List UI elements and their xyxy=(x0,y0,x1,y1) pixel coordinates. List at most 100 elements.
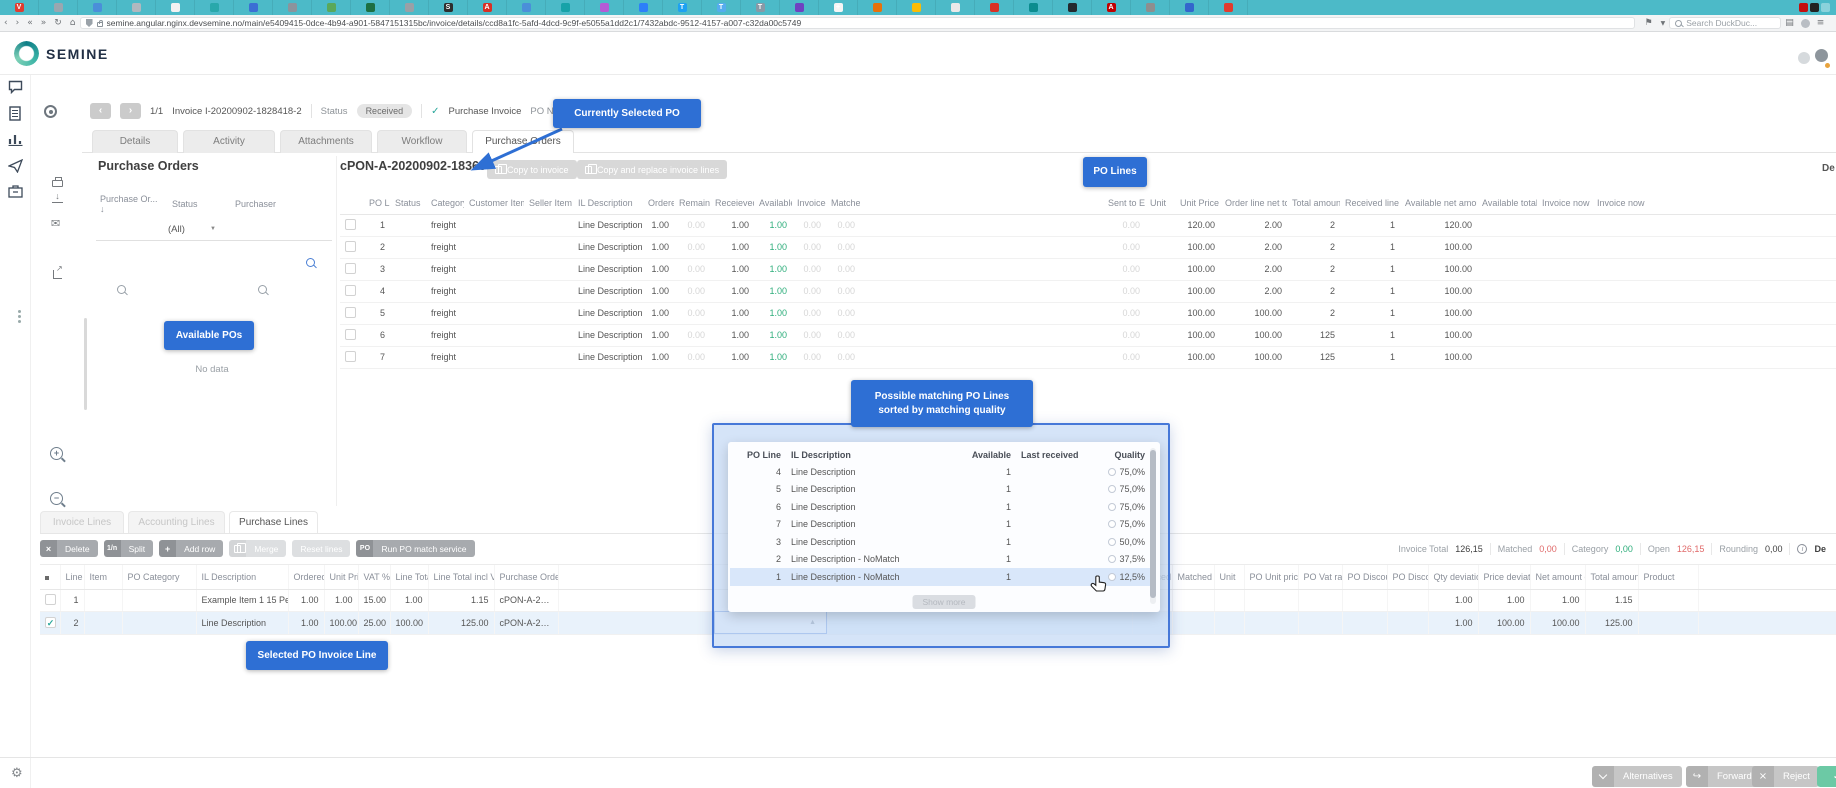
row-checkbox[interactable]: ✓ xyxy=(45,617,56,628)
next-invoice-button[interactable]: › xyxy=(120,103,141,119)
browser-tab[interactable] xyxy=(39,0,78,15)
new-tab-button[interactable] xyxy=(1821,3,1830,12)
po-line-option[interactable]: 6Line Description175,0% xyxy=(730,498,1150,516)
download-icon[interactable]: ↓ xyxy=(52,192,63,203)
column-header[interactable]: Item xyxy=(84,565,122,589)
drag-handle-icon[interactable] xyxy=(18,310,21,313)
fast-forward-icon[interactable]: » xyxy=(37,18,51,28)
column-header[interactable] xyxy=(1698,565,1836,589)
quality-radio[interactable] xyxy=(1108,485,1116,493)
po-col-purchaser[interactable]: Purchaser xyxy=(235,199,276,209)
browser-tab[interactable]: S xyxy=(429,0,468,15)
clipped-right-label[interactable]: De xyxy=(1822,163,1835,174)
document-icon[interactable] xyxy=(9,106,22,121)
home-icon[interactable]: ⌂ xyxy=(66,18,80,28)
browser-tab[interactable] xyxy=(1799,3,1808,12)
column-header[interactable] xyxy=(558,565,714,589)
tab-purchase-lines[interactable]: Purchase Lines xyxy=(229,511,318,533)
tab-invoice-lines[interactable]: Invoice Lines xyxy=(40,511,124,533)
column-header[interactable]: Invoice now xyxy=(1592,193,1836,214)
browser-tab[interactable] xyxy=(1014,0,1053,15)
browser-tab[interactable] xyxy=(897,0,936,15)
rewind-icon[interactable]: « xyxy=(23,18,37,28)
browser-tab[interactable] xyxy=(936,0,975,15)
tab-activity[interactable]: Activity xyxy=(183,130,275,153)
browser-tab[interactable] xyxy=(1810,3,1819,12)
panels-icon[interactable]: ▤ xyxy=(1781,18,1798,28)
browser-tab[interactable]: T xyxy=(702,0,741,15)
table-row[interactable]: 4freightLine Description1.000.001.001.00… xyxy=(340,280,1836,302)
column-header[interactable]: Receieved xyxy=(710,193,754,214)
quality-radio[interactable] xyxy=(1108,503,1116,511)
column-header[interactable]: Total amount ... xyxy=(1585,565,1638,589)
tab-attachments[interactable]: Attachments xyxy=(280,130,372,153)
column-header[interactable]: PO Discoun... xyxy=(1387,565,1428,589)
forward-button[interactable]: ↪Forward xyxy=(1686,766,1761,787)
column-header[interactable]: Total amount xyxy=(1287,193,1340,214)
quality-radio[interactable] xyxy=(1108,468,1116,476)
row-checkbox[interactable] xyxy=(345,263,356,274)
browser-tab[interactable] xyxy=(975,0,1014,15)
quality-radio[interactable] xyxy=(1108,555,1116,563)
tab-workflow[interactable]: Workflow xyxy=(377,130,467,153)
column-header[interactable]: Order line net total xyxy=(1220,193,1287,214)
user-avatar[interactable] xyxy=(1815,49,1828,67)
browser-tab[interactable]: + xyxy=(819,0,858,15)
url-field[interactable]: semine.angular.nginx.devsemine.no/main/e… xyxy=(80,17,1635,29)
table-row[interactable]: 5freightLine Description1.000.001.001.00… xyxy=(340,302,1836,324)
row-checkbox[interactable] xyxy=(345,285,356,296)
column-header[interactable]: Customer Item no xyxy=(464,193,524,214)
column-header[interactable]: Available total amount xyxy=(1477,193,1537,214)
column-header[interactable]: Ordered xyxy=(643,193,674,214)
browser-tab[interactable] xyxy=(234,0,273,15)
browser-tab[interactable] xyxy=(1053,0,1092,15)
column-header[interactable]: Price deviation xyxy=(1478,565,1530,589)
delete-button[interactable]: ×Delete xyxy=(40,540,98,557)
quality-radio[interactable] xyxy=(1108,538,1116,546)
add-row-button[interactable]: +Add row xyxy=(159,540,223,557)
bookmark-icon[interactable]: ⚑ xyxy=(1641,18,1657,28)
column-header[interactable]: Line xyxy=(60,565,84,589)
column-header[interactable]: Status xyxy=(390,193,426,214)
help-icon[interactable] xyxy=(1798,52,1810,64)
column-header[interactable]: Unit Price xyxy=(324,565,358,589)
column-header[interactable]: PO Category xyxy=(122,565,196,589)
settings-gear-icon[interactable]: ⚙ xyxy=(11,766,23,781)
approve-button[interactable]: ✓ xyxy=(1817,766,1836,787)
po-col-status[interactable]: Status xyxy=(172,199,198,209)
column-header[interactable]: Ordered xyxy=(288,565,324,589)
reject-button[interactable]: ×Reject xyxy=(1752,766,1819,787)
browser-tab[interactable] xyxy=(195,0,234,15)
po-line-option[interactable]: 1Line Description - NoMatch112,5% xyxy=(730,568,1150,586)
column-header[interactable]: Remaining xyxy=(674,193,710,214)
browser-tab[interactable] xyxy=(273,0,312,15)
tab-accounting-lines[interactable]: Accounting Lines xyxy=(128,511,225,533)
browser-tab[interactable] xyxy=(858,0,897,15)
table-row[interactable]: 6freightLine Description1.000.001.001.00… xyxy=(340,324,1836,346)
prev-invoice-button[interactable]: ‹ xyxy=(90,103,111,119)
column-header[interactable]: VAT % xyxy=(358,565,390,589)
menu-icon[interactable]: ≡ xyxy=(1813,18,1829,28)
browser-tab[interactable] xyxy=(1209,0,1248,15)
browser-tab[interactable] xyxy=(546,0,585,15)
row-checkbox[interactable] xyxy=(345,307,356,318)
po-search-icon[interactable] xyxy=(306,258,315,267)
profile-icon[interactable] xyxy=(1801,19,1810,28)
column-header[interactable]: Purchase Order xyxy=(494,565,558,589)
show-more-button[interactable]: Show more xyxy=(913,595,976,609)
browser-tab[interactable] xyxy=(585,0,624,15)
row-checkbox[interactable] xyxy=(345,219,356,230)
browser-tab[interactable] xyxy=(312,0,351,15)
browser-tab[interactable] xyxy=(780,0,819,15)
column-header[interactable]: Invoiced xyxy=(792,193,826,214)
row-checkbox[interactable] xyxy=(45,594,56,605)
table-row[interactable]: 1freightLine Description - NoMatch1.000.… xyxy=(340,214,1836,236)
browser-tab[interactable]: T xyxy=(741,0,780,15)
filter-chevron-icon[interactable]: ▼ xyxy=(210,226,216,232)
table-row[interactable]: 3freightLine Description1.000.001.001.00… xyxy=(340,258,1836,280)
browser-tab[interactable] xyxy=(1131,0,1170,15)
reset-lines-button[interactable]: Reset lines xyxy=(292,540,350,557)
open-external-icon[interactable] xyxy=(53,270,62,279)
column-header[interactable]: PO Discount xyxy=(1342,565,1387,589)
po-line-option[interactable]: 4Line Description175,0% xyxy=(730,463,1150,481)
